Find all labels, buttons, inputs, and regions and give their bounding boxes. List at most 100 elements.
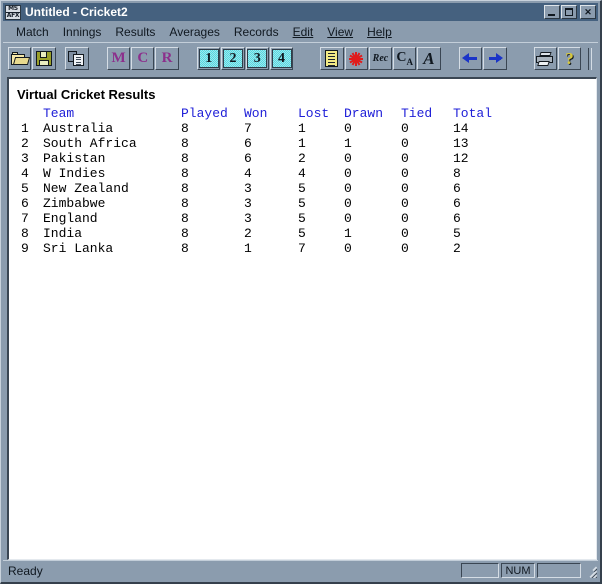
column-header-team: Team <box>43 106 74 121</box>
previous-button[interactable] <box>459 47 482 70</box>
print-button[interactable] <box>534 47 557 70</box>
column-header-total: Total <box>453 106 492 121</box>
application-window: MS AFX Untitled - Cricket2 ✕ Match Innin… <box>0 0 602 584</box>
table-row: 5 New Zealand 8 3 5 0 0 6 <box>9 181 596 196</box>
toolbar-gap-1 <box>57 58 66 59</box>
number-2-icon: 2 <box>223 49 243 68</box>
records-button[interactable]: Rec <box>369 47 392 70</box>
results-table: Team Played Won Lost Drawn Tied Total 1 … <box>9 106 596 256</box>
minimize-button[interactable] <box>544 5 560 19</box>
cell-team: Australia <box>43 121 113 136</box>
innings-4-button[interactable]: 4 <box>270 47 293 70</box>
letter-r-icon: R <box>162 51 173 66</box>
card-button[interactable]: C <box>131 47 154 70</box>
cell-won: 6 <box>244 151 252 166</box>
title-bar: MS AFX Untitled - Cricket2 ✕ <box>3 3 598 21</box>
floppy-disk-icon <box>36 51 52 66</box>
menu-item-help[interactable]: Help <box>360 24 399 40</box>
cell-drawn: 0 <box>344 121 352 136</box>
cell-rank: 3 <box>21 151 29 166</box>
cell-tied: 0 <box>401 226 409 241</box>
column-header-drawn: Drawn <box>344 106 383 121</box>
menu-item-results[interactable]: Results <box>108 24 162 40</box>
cell-lost: 5 <box>298 211 306 226</box>
averages-button[interactable]: A <box>417 47 440 70</box>
maximize-button[interactable] <box>561 5 577 19</box>
status-message: Ready <box>8 564 461 578</box>
save-button[interactable] <box>32 47 55 70</box>
cell-lost: 5 <box>298 196 306 211</box>
number-3-label: 3 <box>254 52 261 66</box>
menu-item-averages[interactable]: Averages <box>162 24 226 40</box>
open-button[interactable] <box>8 47 31 70</box>
menu-item-view[interactable]: View <box>320 24 360 40</box>
cell-team: W Indies <box>43 166 105 181</box>
menu-item-match[interactable]: Match <box>9 24 56 40</box>
left-arrow-icon <box>462 53 479 64</box>
new-match-button[interactable] <box>345 47 368 70</box>
resize-grip-icon[interactable] <box>583 564 597 578</box>
cell-lost: 5 <box>298 226 306 241</box>
cell-team: England <box>43 211 98 226</box>
letter-c-icon: C <box>137 51 148 66</box>
next-button[interactable] <box>483 47 506 70</box>
cell-rank: 9 <box>21 241 29 256</box>
open-folder-icon <box>11 52 29 66</box>
menu-item-records[interactable]: Records <box>227 24 286 40</box>
cell-won: 3 <box>244 211 252 226</box>
cell-total: 6 <box>453 181 461 196</box>
mfc-app-icon[interactable]: MS AFX <box>5 5 21 20</box>
cell-tied: 0 <box>401 196 409 211</box>
toolbar-gap-6 <box>294 58 303 59</box>
cell-drawn: 1 <box>344 136 352 151</box>
number-1-label: 1 <box>205 52 212 66</box>
innings-1-button[interactable]: 1 <box>197 47 220 70</box>
cell-rank: 7 <box>21 211 29 226</box>
cell-tied: 0 <box>401 136 409 151</box>
c-a-text-icon: CA <box>396 51 413 67</box>
menu-bar: Match Innings Results Averages Records E… <box>3 23 598 41</box>
cell-played: 8 <box>181 151 189 166</box>
cell-total: 5 <box>453 226 461 241</box>
cell-team: Sri Lanka <box>43 241 113 256</box>
cell-rank: 4 <box>21 166 29 181</box>
column-header-played: Played <box>181 106 228 121</box>
cell-played: 8 <box>181 196 189 211</box>
cell-drawn: 0 <box>344 211 352 226</box>
toolbar-gap-4 <box>180 58 189 59</box>
toolbar-gap-5 <box>188 58 197 59</box>
status-panel-num: NUM <box>501 563 535 578</box>
career-averages-button[interactable]: CA <box>393 47 416 70</box>
table-row: 7 England 8 3 5 0 0 6 <box>9 211 596 226</box>
cell-drawn: 1 <box>344 226 352 241</box>
scorecard-button[interactable] <box>320 47 343 70</box>
menu-item-help-label: Help <box>367 25 392 39</box>
cell-played: 8 <box>181 211 189 226</box>
cell-won: 3 <box>244 196 252 211</box>
number-1-icon: 1 <box>199 49 219 68</box>
cell-drawn: 0 <box>344 196 352 211</box>
table-row: 3 Pakistan 8 6 2 0 0 12 <box>9 151 596 166</box>
toolbar-gap-7 <box>303 58 312 59</box>
cell-rank: 8 <box>21 226 29 241</box>
table-row: 9 Sri Lanka 8 1 7 0 0 2 <box>9 241 596 256</box>
copy-pages-icon <box>68 51 85 66</box>
lined-document-icon <box>325 50 338 67</box>
close-icon: ✕ <box>581 6 595 18</box>
menu-item-edit[interactable]: Edit <box>286 24 321 40</box>
status-bar: Ready NUM <box>3 560 598 580</box>
help-button[interactable]: ? <box>558 47 581 70</box>
results-button[interactable]: R <box>155 47 178 70</box>
cell-lost: 2 <box>298 151 306 166</box>
cell-total: 6 <box>453 196 461 211</box>
toolbar-gap-12 <box>516 58 525 59</box>
match-button[interactable]: M <box>107 47 130 70</box>
innings-2-button[interactable]: 2 <box>221 47 244 70</box>
column-header-lost: Lost <box>298 106 329 121</box>
cell-total: 6 <box>453 211 461 226</box>
innings-3-button[interactable]: 3 <box>246 47 269 70</box>
menu-item-innings[interactable]: Innings <box>56 24 109 40</box>
close-button[interactable]: ✕ <box>580 5 596 19</box>
copy-button[interactable] <box>65 47 88 70</box>
cell-drawn: 0 <box>344 151 352 166</box>
